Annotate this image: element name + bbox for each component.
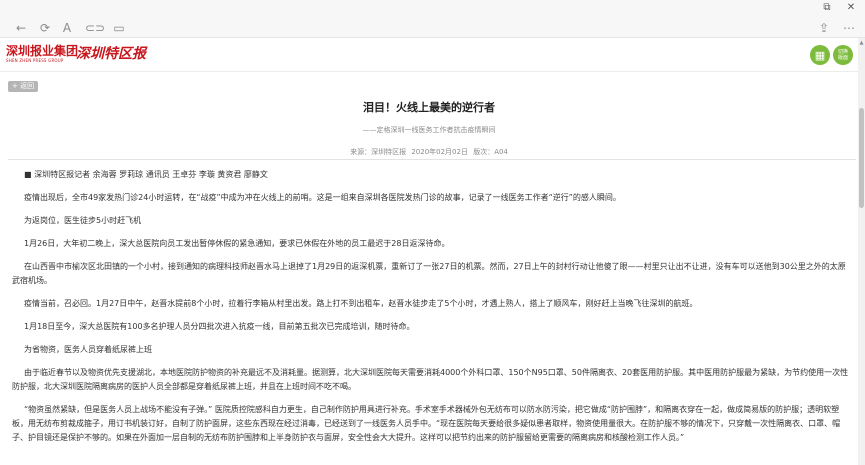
- restore-window-icon[interactable]: ⧉: [820, 1, 834, 13]
- article-paragraph: 疫情当前，召必回。1月27日中午，赵晋水提前8个小时，拉着行李箱从村里出发。路上…: [24, 299, 698, 308]
- close-window-icon[interactable]: ✕: [844, 1, 858, 13]
- article-paragraph: 疫情出现后，全市49家发热门诊24小时运转，在“战疫”中成为冲在火线上的前哨。这…: [24, 193, 621, 202]
- share-icon[interactable]: ⇪: [815, 19, 833, 37]
- article-title: 泪目！火线上最美的逆行者: [363, 101, 495, 114]
- calendar-icon[interactable]: ▦: [810, 45, 830, 65]
- article-paragraph: 1月26日，大年初二晚上，深大总医院向员工发出暂停休假的紧急通知，要求已休假在外…: [24, 239, 450, 248]
- article-subheading: 为返岗位，医生徒步5小时赶飞机: [24, 216, 142, 225]
- article-paragraph: 由于临近春节以及物资优先支援湖北，本地医院防护物资的补充最远不及消耗量。据测算，…: [12, 368, 849, 391]
- switch-label-line2: 版面: [837, 55, 848, 61]
- article-subtitle: ——定格深圳一线医务工作者抗击疫情瞬间: [362, 126, 496, 134]
- article-subheading: 为省物资，医务人员穿着纸尿裤上班: [24, 345, 152, 354]
- tab-icon[interactable]: ▭: [110, 19, 128, 37]
- switch-layout-button[interactable]: 切换 版面: [833, 45, 853, 65]
- scroll-thumb[interactable]: [859, 108, 864, 208]
- article-paragraph-byline: ■ 深圳特区报记者 余海蓉 罗莉琼 通讯员 王卓芬 李璇 黄资君 廖静文: [24, 170, 268, 179]
- reader-mode-icon[interactable]: A: [58, 19, 76, 37]
- back-arrow-icon[interactable]: ←: [12, 19, 30, 37]
- browser-toolbar: ⧉ ✕ ← ⟳ A ⊂⊃ ▭ ⇪ ⋯: [0, 0, 865, 38]
- link-icon[interactable]: ⊂⊃: [85, 19, 105, 37]
- press-group-logo-en: SHEN ZHEN PRESS GROUP: [6, 58, 64, 63]
- newspaper-logo[interactable]: 深圳特区报: [76, 43, 146, 63]
- more-icon[interactable]: ⋯: [840, 19, 858, 37]
- reload-icon[interactable]: ⟳: [36, 19, 54, 37]
- article-meta: 来源：深圳特区报 2020年02月02日 版次：A04: [350, 148, 508, 156]
- site-header: 深圳报业集团 SHEN ZHEN PRESS GROUP 深圳特区报 ▦ 切换版…: [0, 38, 858, 72]
- scrollbar[interactable]: ▲: [858, 38, 865, 465]
- article-paragraph: 1月18日至今，深大总医院有100多名护理人员分四批次进入抗疫一线，目前第五批次…: [24, 322, 415, 331]
- article-paragraph: 在山西晋中市榆次区北田镇的一个小村，接到通知的病理科技师赵晋水马上退掉了1月29…: [12, 262, 846, 285]
- scroll-up-arrow-icon[interactable]: ▲: [858, 40, 865, 46]
- back-button[interactable]: + 返回: [8, 81, 39, 92]
- article-paragraph: “物资虽然紧缺，但是医务人员上战场不能没有子弹。” 医院质控院感科自力更生，自己…: [12, 405, 841, 442]
- divider: [8, 159, 856, 160]
- press-group-logo[interactable]: 深圳报业集团: [6, 42, 78, 59]
